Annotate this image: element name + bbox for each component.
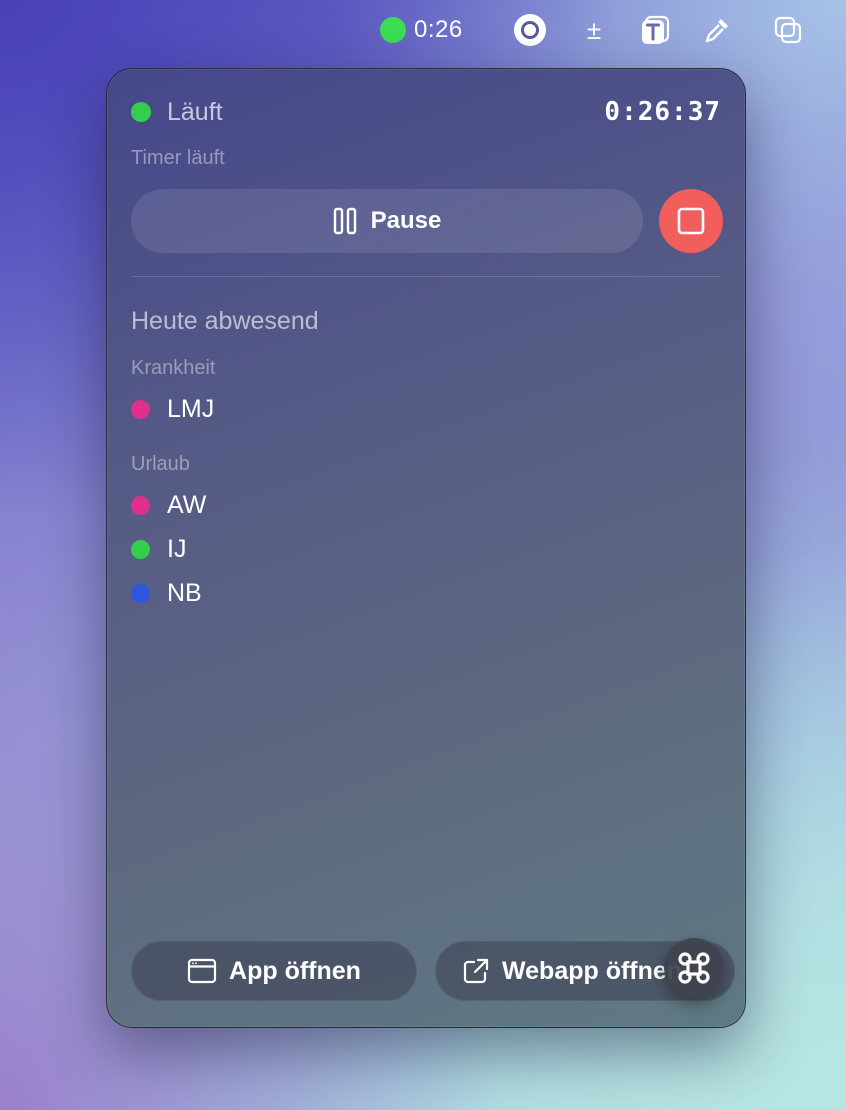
divider xyxy=(131,276,721,277)
external-link-icon xyxy=(463,958,489,984)
person-name: LMJ xyxy=(167,394,215,423)
absent-today-title: Heute abwesend xyxy=(131,307,319,335)
status-row: Läuft 0:26:37 xyxy=(131,97,721,127)
person-item: LMJ xyxy=(131,395,214,423)
eyedropper-icon[interactable] xyxy=(700,14,734,46)
pause-button[interactable]: Pause xyxy=(131,189,643,253)
running-status-dot xyxy=(380,17,406,43)
plus-minus-glyph: ± xyxy=(586,14,602,45)
status-dot xyxy=(131,102,151,122)
text-t-icon[interactable] xyxy=(638,14,672,46)
open-app-button[interactable]: App öffnen xyxy=(131,941,417,1001)
person-color-dot xyxy=(131,583,150,603)
command-shortcut-button[interactable] xyxy=(664,938,724,998)
open-webapp-label: Webapp öffnen xyxy=(502,956,683,985)
person-color-dot xyxy=(131,539,150,559)
status-label: Läuft xyxy=(167,97,223,126)
stop-icon xyxy=(677,207,705,235)
menubar-timer[interactable]: 0:26 xyxy=(380,14,480,46)
person-name: IJ xyxy=(167,534,187,563)
person-item: AW xyxy=(131,491,206,519)
plus-minus-icon[interactable]: ± xyxy=(578,14,610,46)
pause-label: Pause xyxy=(370,207,442,234)
person-item: IJ xyxy=(131,535,186,563)
person-color-dot xyxy=(131,495,150,515)
category-label: Urlaub xyxy=(131,453,190,475)
elapsed-time: 0:26:37 xyxy=(604,97,721,127)
timer-subtitle: Timer läuft xyxy=(131,147,225,169)
open-app-label: App öffnen xyxy=(229,956,361,985)
copy-windows-icon[interactable] xyxy=(770,14,806,46)
stop-button[interactable] xyxy=(659,189,723,253)
person-name: AW xyxy=(167,490,207,519)
person-color-dot xyxy=(131,399,150,419)
timer-popover: Läuft 0:26:37 Timer läuft Pause Heute ab… xyxy=(106,68,746,1028)
menu-bar: 0:26 ± xyxy=(0,0,846,60)
person-item: NB xyxy=(131,579,202,607)
window-icon xyxy=(187,958,217,984)
menubar-timer-text: 0:26 xyxy=(414,16,463,43)
category-label: Krankheit xyxy=(131,357,216,379)
person-name: NB xyxy=(167,578,202,607)
pause-icon xyxy=(333,207,356,235)
command-icon xyxy=(678,952,710,984)
record-icon[interactable] xyxy=(512,14,548,46)
